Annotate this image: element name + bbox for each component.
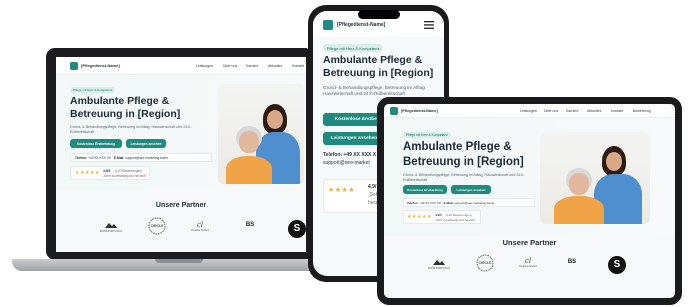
tablet-partners-title: Unsere Partner <box>502 238 557 247</box>
laptop-screen: [Pflegedienst-Name] Leistungen Über uns … <box>56 57 306 252</box>
tablet-cta-erstberatung-button[interactable]: Kostenlose Erstberatung <box>403 185 447 194</box>
tablet-phone-value[interactable]: +49 XX XXX XX <box>419 201 441 205</box>
phone-dynamic-island <box>358 10 400 19</box>
tablet-partner-logo-portfolio: WWW PORTFOLIO <box>424 257 454 270</box>
rating-stars-icon: ★★★★★ <box>75 170 100 176</box>
laptop-notch <box>155 259 203 263</box>
email-label: E-Mail: <box>113 156 125 160</box>
phone-hero-badge: Pflege mit Herz & Kompetenz <box>323 44 384 52</box>
contact-box: Telefon: +49 XX XXX XX · E-Mail: support… <box>70 153 212 162</box>
tablet-partner-logo-bs: BS <box>567 259 577 265</box>
rating-value: 4,9/5 <box>103 169 111 173</box>
tablet-email-value[interactable]: support@seo-marketing.koeln <box>454 201 494 205</box>
tablet-mountain-icon <box>433 260 445 265</box>
phone-hero-subline: Grund- & Behandlungspflege, Betreuung im… <box>323 85 426 97</box>
nav-aktuelles[interactable]: Aktuelles <box>268 64 282 68</box>
tablet-partner-logo-creative: cl Creative Studios <box>518 257 538 268</box>
cta-leistungen-button[interactable]: Leistungen ansehen <box>126 139 166 148</box>
brand-logo-icon[interactable] <box>70 62 78 70</box>
rating-box: ★★★★★ 4,9/5 (120 Bewertungen) „Sehr zuve… <box>70 166 150 180</box>
tablet-rating-box: ★★★★★ 4,9/5 (120 Bewertungen) „Sehr zuve… <box>403 210 481 224</box>
hero-badge: Pflege mit Herz & Kompetenz <box>70 87 116 93</box>
phone-rating-stars-icon: ★★★★ <box>328 187 356 194</box>
tablet-rating-value: 4,9/5 <box>435 213 442 217</box>
brand-name[interactable]: [Pflegedienst-Name] <box>81 63 120 68</box>
tablet-hero-subline: Grund- & Behandlungspflege, Betreuung im… <box>403 173 525 182</box>
tablet-hero-photo <box>540 132 650 224</box>
partner-logo-portfolio: WWW PORTFOLIO <box>96 220 126 233</box>
nav-leistungen[interactable]: Leistungen <box>196 64 213 68</box>
tablet-nav-ueber-uns[interactable]: Über uns <box>544 109 558 113</box>
email-value[interactable]: support@seo-marketing.koeln <box>125 156 168 160</box>
hero-headline: Ambulante Pflege & Betreuung in [Region] <box>70 95 181 121</box>
laptop-hero: Pflege mit Herz & Kompetenz Ambulante Pf… <box>56 75 306 189</box>
device-mockup-stage: [Pflegedienst-Name] Leistungen Über uns … <box>0 0 689 307</box>
rating-quote: „Sehr zuverlässig und herzlich" <box>103 174 147 178</box>
tablet-nav-bewerbung[interactable]: Bewerbung <box>633 109 651 113</box>
tablet-screen: [Pflegedienst-Name] Leistungen Über uns … <box>384 104 675 298</box>
tablet-phone-label: Telefon: <box>407 201 419 205</box>
tablet-hero: Pflege mit Herz & Kompetenz Ambulante Pf… <box>384 118 675 236</box>
partner-logo-circle: CIRCLE <box>144 217 170 236</box>
phone-cta-leistungen-button[interactable]: Leistungen ansehen <box>323 132 385 145</box>
tablet-nav-karriere[interactable]: Karriere <box>566 109 578 113</box>
tablet-rating-stars-icon: ★★★★★ <box>407 214 432 220</box>
hero-photo <box>218 84 304 184</box>
tablet-hero-headline: Ambulante Pflege & Betreuung in [Region] <box>403 141 524 168</box>
tablet-nav-leistungen[interactable]: Leistungen <box>520 109 537 113</box>
tablet-contact-box: Telefon: +49 XX XXX XX · E-Mail: support… <box>403 198 535 207</box>
tablet-cta-leistungen-button[interactable]: Leistungen ansehen <box>451 185 491 194</box>
tablet-brand-logo-icon[interactable] <box>390 107 398 115</box>
tablet-hero-badge: Pflege mit Herz & Kompetenz <box>403 132 451 138</box>
phone-value[interactable]: +49 XX XXX XX <box>88 156 111 160</box>
phone-brand-name[interactable]: [Pflegedienst-Name] <box>337 22 385 28</box>
partners-title: Unsere Partner <box>155 202 207 209</box>
hamburger-menu-icon[interactable] <box>424 21 434 29</box>
tablet-partner-logo-circle: CIRCLE <box>472 254 498 273</box>
tablet-header: [Pflegedienst-Name] Leistungen Über uns … <box>384 104 675 118</box>
rating-count: (120 Bewertungen) <box>115 169 143 173</box>
laptop-header: [Pflegedienst-Name] Leistungen Über uns … <box>56 57 306 75</box>
partner-logo-creative: cl Creative Studios <box>190 221 210 232</box>
tablet-email-label: E-Mail: <box>443 201 454 205</box>
tablet-partner-logo-s: S <box>608 256 626 274</box>
tablet-brand-name[interactable]: [Pflegedienst-Name] <box>401 109 438 113</box>
phone-label: Telefon: <box>75 156 88 160</box>
partner-logo-s: S <box>288 220 306 238</box>
tablet-rating-quote: „Sehr zuverlässig und herzlich" <box>435 218 477 222</box>
nav-ueber-uns[interactable]: Über uns <box>223 64 237 68</box>
mountain-icon <box>105 223 117 228</box>
nav-karriere[interactable]: Karriere <box>246 64 258 68</box>
phone-rating-value: 4,9/ <box>368 184 377 190</box>
tablet-nav-kontakt[interactable]: Kontakt <box>611 109 623 113</box>
phone-hero-headline: Ambulante Pflege & Betreuung in [Region] <box>323 54 434 80</box>
cta-erstberatung-button[interactable]: Kostenlose Erstberatung <box>70 139 122 148</box>
nav-kontakt[interactable]: Kontakt <box>292 64 304 68</box>
partner-logo-bs: BS <box>245 222 255 228</box>
hero-subline: Grund- & Behandlungspflege, Betreuung im… <box>70 125 192 134</box>
tablet-nav-aktuelles[interactable]: Aktuelles <box>587 109 601 113</box>
phone-brand-logo-icon[interactable] <box>323 20 333 30</box>
tablet-rating-count: (120 Bewertungen) <box>446 213 472 217</box>
